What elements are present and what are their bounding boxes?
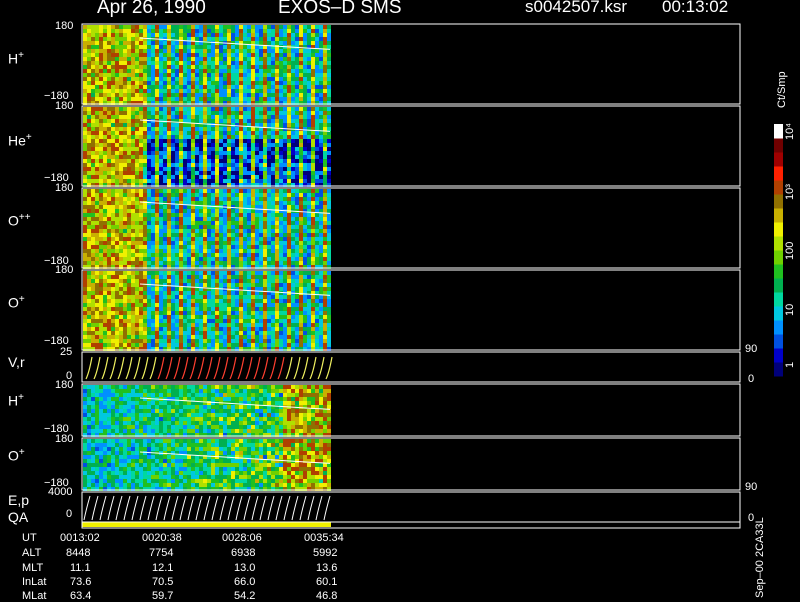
tick-op-top: 180 [55, 264, 74, 276]
vr-traces [85, 356, 333, 380]
spectrogram-o-plus [83, 271, 331, 351]
tick-o2-top: 180 [55, 433, 74, 445]
spectrogram-h-plus [83, 25, 331, 105]
eph-c2-ut: 0028:06 [222, 532, 262, 544]
colorbar-tick-100: 100 [784, 241, 796, 260]
tick-ep-top: 4000 [48, 486, 73, 498]
eph-c2-alt: 6938 [231, 547, 256, 559]
panel-label-o-plusplus: O++ [8, 212, 31, 229]
eph-c1-mlat: 59.7 [152, 590, 174, 602]
panel-label-he-plus: He+ [8, 132, 32, 149]
eph-c2-inlat: 66.0 [234, 576, 256, 588]
footer-code: Sep–00 2CA33L [754, 517, 766, 598]
tick-h2-top: 180 [55, 379, 74, 391]
spectrogram-he-plus [83, 107, 331, 187]
eph-c0-mlat: 63.4 [70, 590, 92, 602]
eph-label-mlt: MLT [22, 562, 44, 574]
tick-vr-top: 25 [60, 346, 73, 358]
tick-ep-bottom: 0 [66, 508, 73, 520]
tick-h-top: 180 [55, 20, 74, 32]
eph-label-alt: ALT [22, 547, 42, 559]
spectrogram-o-plusplus [83, 189, 331, 269]
eph-c2-mlat: 54.2 [234, 590, 256, 602]
eph-c0-mlt: 11.1 [70, 562, 91, 574]
colorbar-unit: Ct/Smp [776, 71, 788, 108]
eph-c3-alt: 5992 [313, 547, 338, 559]
eph-c3-inlat: 60.1 [316, 576, 338, 588]
eph-c1-inlat: 70.5 [152, 576, 174, 588]
colorbar [774, 124, 783, 377]
eph-c1-alt: 7754 [149, 547, 174, 559]
eph-c0-alt: 8448 [66, 547, 91, 559]
panel-label-v-r: V,r [8, 354, 25, 370]
spectrogram-panels [81, 23, 783, 529]
colorbar-tick-1000: 10³ [784, 184, 796, 200]
colorbar-tick-1: 1 [784, 361, 796, 368]
colorbar-tick-10000: 10⁴ [784, 123, 796, 140]
eph-c3-mlt: 13.6 [316, 562, 338, 574]
panel-label-h-plus-lower: H+ [8, 392, 24, 409]
panel-label-e-p: E,p [8, 492, 30, 508]
eph-c0-ut: 0013:02 [60, 532, 100, 544]
qa-bar [82, 522, 331, 527]
eph-c0-inlat: 73.6 [70, 576, 92, 588]
ep-traces [83, 495, 331, 521]
eph-label-ut: UT [22, 532, 37, 544]
spectrogram-o-plus-lower [83, 439, 331, 491]
tick-he-top: 180 [55, 100, 74, 112]
panel-label-h-plus: H+ [8, 50, 24, 67]
spectrogram-h-plus-lower [83, 385, 331, 437]
colorbar-tick-10: 10 [784, 303, 796, 316]
eph-c1-ut: 0020:38 [142, 532, 182, 544]
panel-label-o-plus-lower: O+ [8, 447, 25, 464]
eph-c1-mlt: 12.1 [152, 562, 174, 574]
panel-frame-v-r [81, 351, 741, 383]
eph-c2-mlt: 13.0 [234, 562, 256, 574]
right-tick-vr-bottom: 0 [748, 373, 755, 385]
tick-opp-top: 180 [55, 182, 74, 194]
panel-label-o-plus: O+ [8, 294, 25, 311]
panel-label-qa: QA [8, 509, 29, 525]
eph-c3-mlat: 46.8 [316, 590, 338, 602]
eph-label-mlat: MLat [22, 590, 47, 602]
right-tick-vr-top: 90 [745, 343, 758, 355]
eph-c3-ut: 0035:34 [304, 532, 344, 544]
eph-label-inlat: InLat [22, 576, 47, 588]
